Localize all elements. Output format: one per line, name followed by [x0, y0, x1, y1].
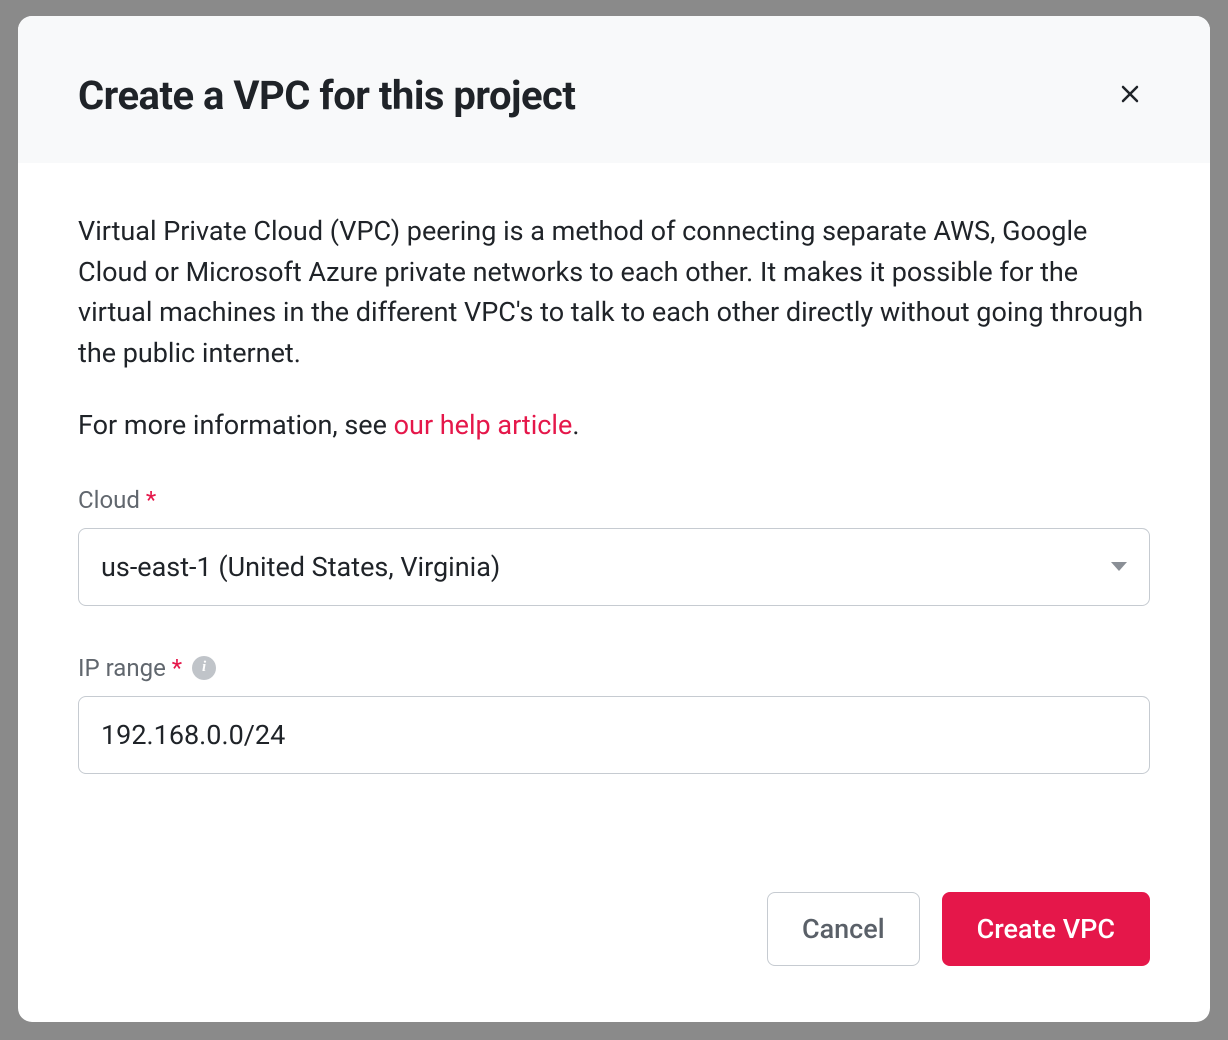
create-vpc-button[interactable]: Create VPC — [942, 892, 1150, 966]
modal-title: Create a VPC for this project — [78, 72, 575, 119]
cloud-select[interactable]: us-east-1 (United States, Virginia) — [78, 528, 1150, 606]
modal-body: Virtual Private Cloud (VPC) peering is a… — [18, 163, 1210, 862]
help-article-link[interactable]: our help article — [394, 409, 573, 441]
cloud-select-wrapper: us-east-1 (United States, Virginia) — [78, 528, 1150, 606]
close-icon — [1118, 82, 1142, 109]
required-asterisk: * — [172, 654, 182, 682]
cloud-label: Cloud* — [78, 486, 1150, 514]
modal-footer: Cancel Create VPC — [18, 862, 1210, 1022]
vpc-description: Virtual Private Cloud (VPC) peering is a… — [78, 211, 1150, 373]
cancel-button[interactable]: Cancel — [767, 892, 920, 966]
ip-range-input[interactable] — [78, 696, 1150, 774]
info-icon[interactable]: i — [192, 656, 216, 680]
required-asterisk: * — [146, 486, 156, 514]
ip-range-form-group: IP range* i — [78, 654, 1150, 774]
ip-range-label: IP range* i — [78, 654, 1150, 682]
close-button[interactable] — [1110, 74, 1150, 117]
cloud-label-text: Cloud — [78, 486, 140, 514]
info-suffix: . — [572, 409, 579, 441]
info-prefix: For more information, see — [78, 409, 394, 441]
modal-header: Create a VPC for this project — [18, 16, 1210, 163]
create-vpc-modal: Create a VPC for this project Virtual Pr… — [18, 16, 1210, 1022]
ip-range-label-text: IP range — [78, 654, 166, 682]
cloud-form-group: Cloud* us-east-1 (United States, Virgini… — [78, 486, 1150, 606]
info-line: For more information, see our help artic… — [78, 405, 1150, 446]
